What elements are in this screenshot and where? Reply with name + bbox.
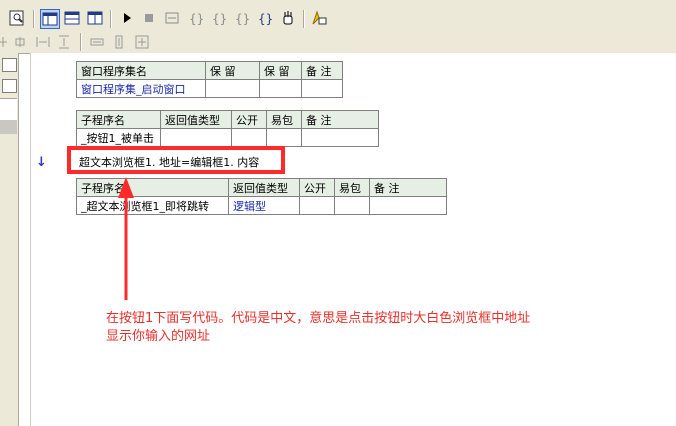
annotation-line-2: 显示你输入的网址 — [106, 329, 211, 344]
annotation-arrow — [118, 177, 134, 300]
annotation-line-1: 在按钮1下面写代码。代码是中文，意思是点击按钮时大白色浏览框中地址 — [106, 311, 531, 326]
annotation-text: 在按钮1下面写代码。代码是中文，意思是点击按钮时大白色浏览框中地址 显示你输入的… — [106, 310, 666, 346]
